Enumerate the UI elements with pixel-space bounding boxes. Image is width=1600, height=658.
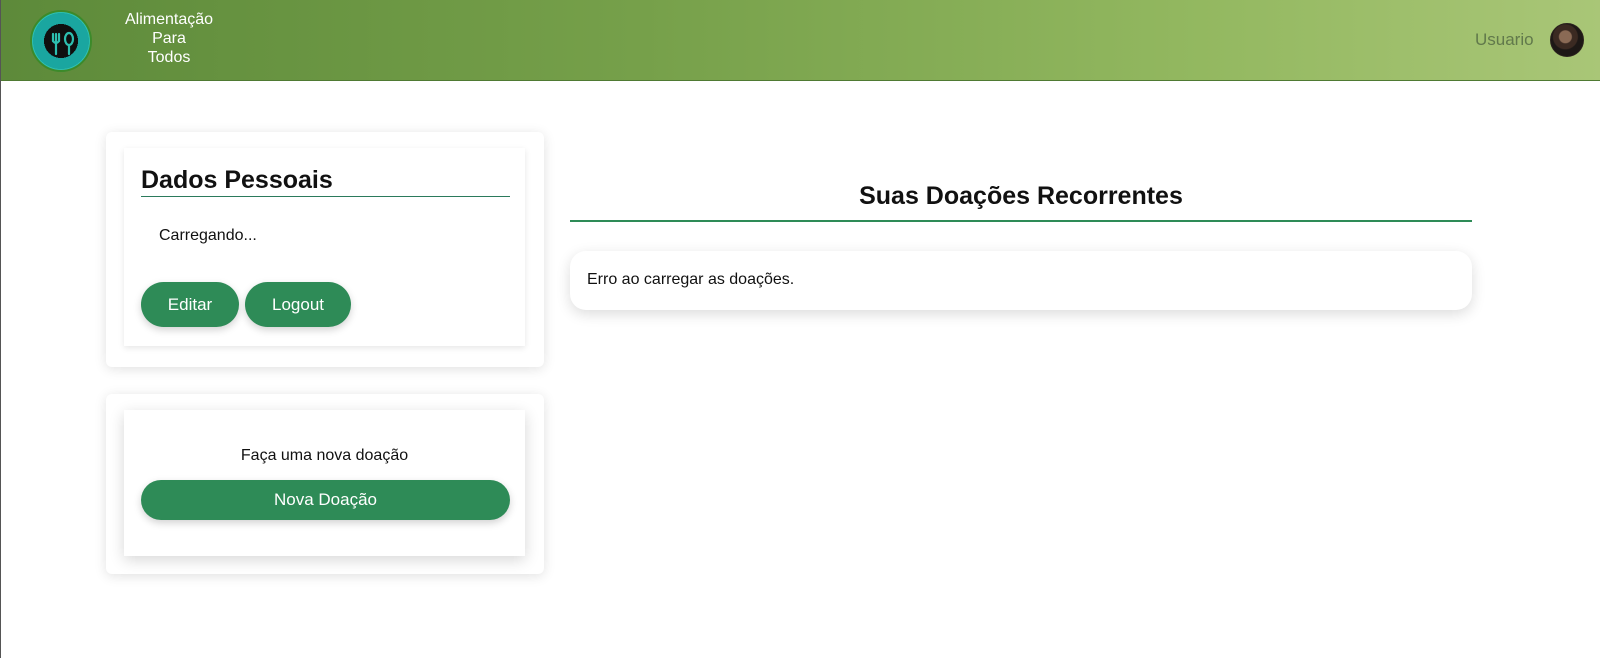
brand-line: Todos: [147, 49, 191, 66]
user-avatar[interactable]: [1550, 23, 1584, 57]
personal-data-title: Dados Pessoais: [141, 166, 510, 197]
personal-data-panel: Dados Pessoais Carregando... Editar Logo…: [124, 148, 525, 346]
loading-status-text: Carregando...: [159, 227, 257, 244]
top-navbar: Alimentação Para Todos Usuario: [1, 0, 1600, 81]
brand-name[interactable]: Alimentação Para Todos: [113, 10, 225, 67]
logout-button[interactable]: Logout: [245, 282, 351, 327]
user-name-label[interactable]: Usuario: [1475, 30, 1534, 50]
new-donation-prompt: Faça uma nova doação: [240, 447, 409, 464]
new-donation-button[interactable]: Nova Doação: [141, 480, 510, 520]
edit-button[interactable]: Editar: [141, 282, 239, 327]
recurring-donations-title: Suas Doações Recorrentes: [570, 182, 1472, 222]
brand-line: Alimentação: [124, 11, 214, 28]
donations-error-card: Erro ao carregar as doações.: [570, 251, 1472, 310]
new-donation-card: Faça uma nova doação Nova Doação: [106, 394, 544, 574]
donations-error-message: Erro ao carregar as doações.: [587, 271, 795, 288]
personal-data-card: Dados Pessoais Carregando... Editar Logo…: [106, 132, 544, 367]
fork-spoon-icon: [51, 31, 75, 56]
brand-logo[interactable]: [30, 10, 92, 72]
new-donation-panel: Faça uma nova doação Nova Doação: [124, 410, 525, 556]
brand-line: Para: [152, 30, 186, 47]
